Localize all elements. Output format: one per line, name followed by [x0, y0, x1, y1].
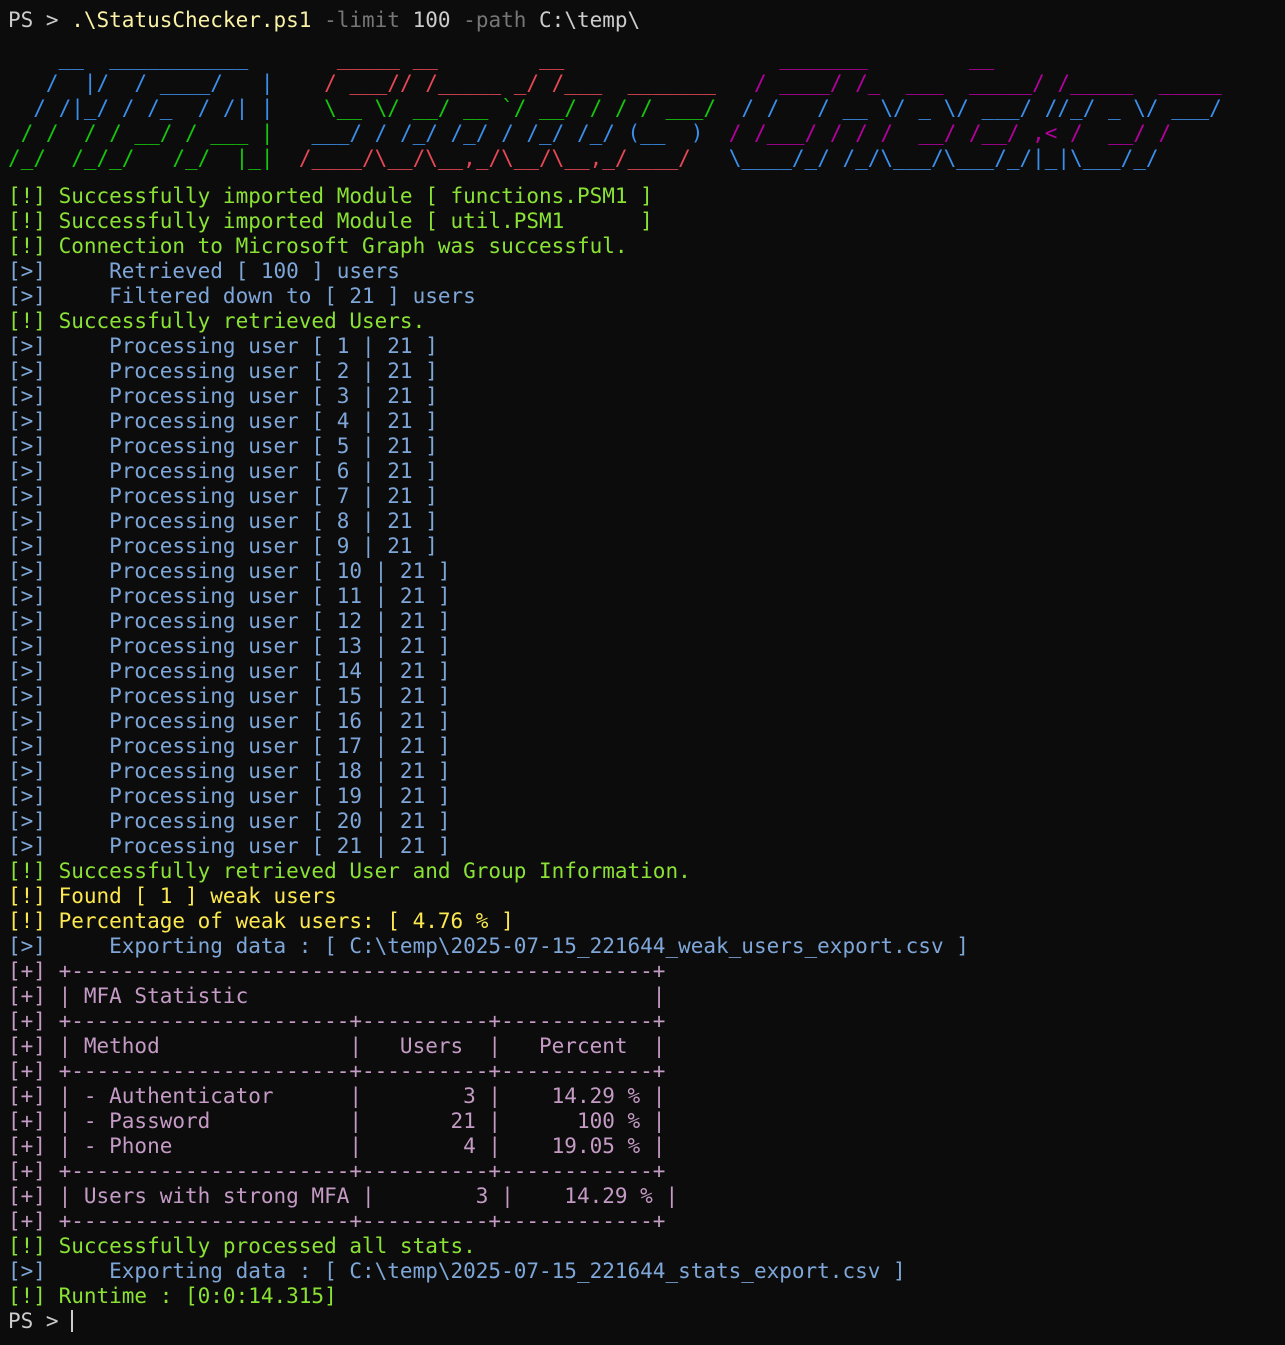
banner-line: / /|_/ / /_ / /| | \__ \/ __/ __ `/ __/ … [8, 96, 1285, 121]
banner-segment [274, 146, 299, 170]
command-line: PS > .\StatusChecker.ps1 -limit 100 -pat… [8, 8, 1285, 33]
log-line: [>] Processing user [ 9 | 21 ] [8, 534, 438, 558]
log-line: [+] +----------------------+----------+-… [8, 1209, 666, 1233]
banner-segment: /____/\__/\__,_/\__/\__,_/____/ [298, 146, 729, 170]
log-line: [+] +-----------------------------------… [8, 959, 666, 983]
banner-segment: / |/ / ____/ | [8, 71, 274, 95]
banner-segment: \__ \/ __/ __ `/ __/ / / / ___/ [324, 96, 742, 120]
log-line: [>] Processing user [ 19 | 21 ] [8, 784, 451, 808]
log-line: [>] Processing user [ 11 | 21 ] [8, 584, 451, 608]
log-line: [!] Successfully imported Module [ util.… [8, 209, 653, 233]
log-line: [>] Processing user [ 8 | 21 ] [8, 509, 438, 533]
log-line: [>] Processing user [ 15 | 21 ] [8, 684, 451, 708]
log-line: [>] Processing user [ 2 | 21 ] [8, 359, 438, 383]
log-line: [!] Found [ 1 ] weak users [8, 884, 337, 908]
banner-line: / / / / __/ / ___ | ___/ / /_/ /_/ / /_/… [8, 121, 1285, 146]
banner-segment: / ____/ /_ ___ _____/ /_____ _____ [753, 71, 1222, 95]
final-prompt-ps: PS > [8, 1309, 72, 1333]
log-line: [!] Connection to Microsoft Graph was su… [8, 234, 628, 258]
log-line: [!] Percentage of weak users: [ 4.76 % ] [8, 909, 514, 933]
log-line: [>] Processing user [ 7 | 21 ] [8, 484, 438, 508]
log-line: [>] Processing user [ 10 | 21 ] [8, 559, 451, 583]
log-line: [>] Retrieved [ 100 ] users [8, 259, 400, 283]
banner-segment [274, 121, 312, 145]
banner-segment: / / / / __/ / ___ | [8, 121, 274, 145]
text-cursor [71, 1310, 74, 1332]
banner-segment: / ___// /_____ _/ /___ _______ [324, 71, 754, 95]
log-line: [>] Processing user [ 16 | 21 ] [8, 709, 451, 733]
banner-segment: ___/ / /_/ /_/ / /_/ /_/ (__ ) [311, 121, 729, 145]
banner-segment: \____/_/ /_/\___/\___/_/|_|\___/_/ [728, 146, 1159, 170]
log-line: [>] Exporting data : [ C:\temp\2025-07-1… [8, 1259, 906, 1283]
log-line: [+] +----------------------+----------+-… [8, 1059, 666, 1083]
banner-segment: / / / __ \/ _ \/ ___/ //_/ _ \/ ___/ [741, 96, 1222, 120]
banner-bottom-gap [8, 171, 1285, 184]
arg-path-flag: -path [450, 8, 527, 32]
arg-path-value: C:\temp\ [526, 8, 641, 32]
log-line: [+] | - Authenticator | 3 | 14.29 % | [8, 1084, 666, 1108]
log-line: [!] Runtime : [0:0:14.315] [8, 1284, 337, 1308]
banner-segment [274, 96, 325, 120]
log-line: [>] Processing user [ 4 | 21 ] [8, 409, 438, 433]
banner-top-gap [8, 33, 1285, 46]
log-line: [>] Processing user [ 20 | 21 ] [8, 809, 451, 833]
banner-segment: / /|_/ / /_ / /| | [8, 96, 274, 120]
log-line: [>] Processing user [ 13 | 21 ] [8, 634, 451, 658]
prompt-ps: PS > [8, 8, 72, 32]
log-line: [+] | Method | Users | Percent | [8, 1034, 666, 1058]
log-line: [>] Processing user [ 18 | 21 ] [8, 759, 451, 783]
log-line: [+] | Users with strong MFA | 3 | 14.29 … [8, 1184, 679, 1208]
arg-limit-value: 100 [399, 8, 451, 32]
banner-line: __ ___________ _____ __ __ _______ __ [8, 46, 1285, 71]
log-line: [>] Processing user [ 5 | 21 ] [8, 434, 438, 458]
banner-segment: _____ __ __ [336, 46, 780, 70]
log-line: [!] Successfully processed all stats. [8, 1234, 476, 1258]
log-line: [>] Processing user [ 12 | 21 ] [8, 609, 451, 633]
banner-segment: / /___/ / / / __/ /__/ ,< / __/ / [728, 121, 1172, 145]
log-line: [+] | MFA Statistic | [8, 984, 666, 1008]
output-log: [!] Successfully imported Module [ funct… [8, 184, 1285, 1309]
log-line: [>] Processing user [ 6 | 21 ] [8, 459, 438, 483]
log-line: [>] Exporting data : [ C:\temp\2025-07-1… [8, 934, 969, 958]
log-line: [>] Processing user [ 3 | 21 ] [8, 384, 438, 408]
banner-segment: _______ __ [779, 46, 995, 70]
log-line: [+] | - Password | 21 | 100 % | [8, 1109, 666, 1133]
log-line: [+] +----------------------+----------+-… [8, 1159, 666, 1183]
ascii-banner: __ ___________ _____ __ __ _______ __ / … [8, 46, 1285, 171]
log-line: [+] | - Phone | 4 | 19.05 % | [8, 1134, 666, 1158]
log-line: [+] +----------------------+----------+-… [8, 1009, 666, 1033]
banner-line: /_/ /_/_/ /_/ |_| /____/\__/\__,_/\__/\_… [8, 146, 1285, 171]
log-line: [!] Successfully imported Module [ funct… [8, 184, 653, 208]
log-line: [>] Processing user [ 21 | 21 ] [8, 834, 451, 858]
banner-line: / |/ / ____/ | / ___// /_____ _/ /___ __… [8, 71, 1285, 96]
log-line: [!] Successfully retrieved User and Grou… [8, 859, 691, 883]
log-line: [>] Processing user [ 1 | 21 ] [8, 334, 438, 358]
log-line: [>] Processing user [ 14 | 21 ] [8, 659, 451, 683]
banner-segment [274, 71, 325, 95]
arg-limit-flag: -limit [311, 8, 400, 32]
banner-segment [286, 46, 337, 70]
script-name: .\StatusChecker.ps1 [71, 8, 312, 32]
final-prompt-line[interactable]: PS > [8, 1309, 1285, 1334]
banner-segment: /_/ /_/_/ /_/ |_| [8, 146, 274, 170]
log-line: [>] Filtered down to [ 21 ] users [8, 284, 476, 308]
log-line: [!] Successfully retrieved Users. [8, 309, 426, 333]
terminal-window[interactable]: PS > .\StatusChecker.ps1 -limit 100 -pat… [0, 0, 1285, 1345]
log-line: [>] Processing user [ 17 | 21 ] [8, 734, 451, 758]
banner-segment: __ ___________ [8, 46, 287, 70]
